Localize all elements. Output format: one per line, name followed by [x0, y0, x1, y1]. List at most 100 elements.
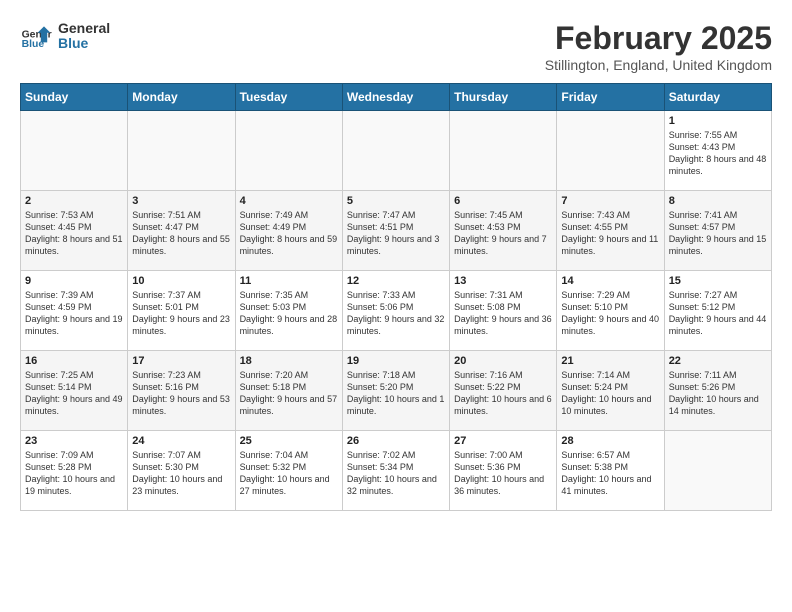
day-number: 27 [454, 435, 552, 447]
calendar-cell-3-3: 11 Sunrise: 7:35 AM Sunset: 5:03 PM Dayli… [235, 271, 342, 351]
day-info: Sunrise: 7:02 AM Sunset: 5:34 PM Dayligh… [347, 449, 445, 498]
day-number: 25 [240, 435, 338, 447]
day-number: 15 [669, 275, 767, 287]
day-info: Sunrise: 7:33 AM Sunset: 5:06 PM Dayligh… [347, 289, 445, 338]
day-number: 1 [669, 115, 767, 127]
day-number: 4 [240, 195, 338, 207]
calendar-cell-2-2: 3 Sunrise: 7:51 AM Sunset: 4:47 PM Daylig… [128, 191, 235, 271]
calendar-cell-2-1: 2 Sunrise: 7:53 AM Sunset: 4:45 PM Daylig… [21, 191, 128, 271]
day-number: 8 [669, 195, 767, 207]
calendar-cell-1-7: 1 Sunrise: 7:55 AM Sunset: 4:43 PM Daylig… [664, 111, 771, 191]
calendar-cell-1-4 [342, 111, 449, 191]
week-row-2: 2 Sunrise: 7:53 AM Sunset: 4:45 PM Daylig… [21, 191, 772, 271]
day-info: Sunrise: 6:57 AM Sunset: 5:38 PM Dayligh… [561, 449, 659, 498]
header-thursday: Thursday [450, 84, 557, 111]
page-header: General Blue General Blue February 2025 … [20, 20, 772, 73]
day-number: 13 [454, 275, 552, 287]
calendar-header-row: SundayMondayTuesdayWednesdayThursdayFrid… [21, 84, 772, 111]
calendar-cell-4-7: 22 Sunrise: 7:11 AM Sunset: 5:26 PM Dayli… [664, 351, 771, 431]
calendar-cell-4-3: 18 Sunrise: 7:20 AM Sunset: 5:18 PM Dayli… [235, 351, 342, 431]
day-info: Sunrise: 7:41 AM Sunset: 4:57 PM Dayligh… [669, 209, 767, 258]
day-info: Sunrise: 7:25 AM Sunset: 5:14 PM Dayligh… [25, 369, 123, 418]
calendar-subtitle: Stillington, England, United Kingdom [545, 57, 772, 73]
day-info: Sunrise: 7:11 AM Sunset: 5:26 PM Dayligh… [669, 369, 767, 418]
calendar-cell-5-4: 26 Sunrise: 7:02 AM Sunset: 5:34 PM Dayli… [342, 431, 449, 511]
day-number: 19 [347, 355, 445, 367]
header-tuesday: Tuesday [235, 84, 342, 111]
calendar-cell-4-5: 20 Sunrise: 7:16 AM Sunset: 5:22 PM Dayli… [450, 351, 557, 431]
logo-icon: General Blue [20, 20, 52, 52]
calendar-cell-5-3: 25Sunrise: 7:04 AM Sunset: 5:32 PM Dayli… [235, 431, 342, 511]
calendar-cell-1-3 [235, 111, 342, 191]
header-wednesday: Wednesday [342, 84, 449, 111]
day-info: Sunrise: 7:29 AM Sunset: 5:10 PM Dayligh… [561, 289, 659, 338]
header-friday: Friday [557, 84, 664, 111]
day-info: Sunrise: 7:31 AM Sunset: 5:08 PM Dayligh… [454, 289, 552, 338]
logo-text-general: General [58, 21, 110, 36]
day-number: 16 [25, 355, 123, 367]
week-row-1: 1 Sunrise: 7:55 AM Sunset: 4:43 PM Daylig… [21, 111, 772, 191]
calendar-cell-5-1: 23Sunrise: 7:09 AM Sunset: 5:28 PM Dayli… [21, 431, 128, 511]
day-number: 2 [25, 195, 123, 207]
calendar-cell-4-4: 19 Sunrise: 7:18 AM Sunset: 5:20 PM Dayli… [342, 351, 449, 431]
day-info: Sunrise: 7:00 AM Sunset: 5:36 PM Dayligh… [454, 449, 552, 498]
day-number: 11 [240, 275, 338, 287]
calendar-cell-3-5: 13 Sunrise: 7:31 AM Sunset: 5:08 PM Dayli… [450, 271, 557, 351]
logo-text-blue: Blue [58, 36, 110, 51]
day-info: Sunrise: 7:20 AM Sunset: 5:18 PM Dayligh… [240, 369, 338, 418]
calendar-cell-1-6 [557, 111, 664, 191]
day-number: 10 [132, 275, 230, 287]
day-number: 22 [669, 355, 767, 367]
calendar-title-section: February 2025 Stillington, England, Unit… [545, 20, 772, 73]
day-info: Sunrise: 7:51 AM Sunset: 4:47 PM Dayligh… [132, 209, 230, 258]
week-row-4: 16 Sunrise: 7:25 AM Sunset: 5:14 PM Dayli… [21, 351, 772, 431]
day-info: Sunrise: 7:43 AM Sunset: 4:55 PM Dayligh… [561, 209, 659, 258]
day-number: 26 [347, 435, 445, 447]
day-number: 9 [25, 275, 123, 287]
calendar-cell-2-6: 7Sunrise: 7:43 AM Sunset: 4:55 PM Daylig… [557, 191, 664, 271]
day-info: Sunrise: 7:07 AM Sunset: 5:30 PM Dayligh… [132, 449, 230, 498]
day-number: 18 [240, 355, 338, 367]
day-number: 12 [347, 275, 445, 287]
calendar-cell-3-2: 10 Sunrise: 7:37 AM Sunset: 5:01 PM Dayli… [128, 271, 235, 351]
calendar-cell-4-1: 16 Sunrise: 7:25 AM Sunset: 5:14 PM Dayli… [21, 351, 128, 431]
calendar-cell-1-2 [128, 111, 235, 191]
day-info: Sunrise: 7:55 AM Sunset: 4:43 PM Dayligh… [669, 129, 767, 178]
header-saturday: Saturday [664, 84, 771, 111]
day-number: 17 [132, 355, 230, 367]
day-info: Sunrise: 7:37 AM Sunset: 5:01 PM Dayligh… [132, 289, 230, 338]
calendar-cell-5-6: 28 Sunrise: 6:57 AM Sunset: 5:38 PM Dayli… [557, 431, 664, 511]
day-info: Sunrise: 7:09 AM Sunset: 5:28 PM Dayligh… [25, 449, 123, 498]
day-info: Sunrise: 7:35 AM Sunset: 5:03 PM Dayligh… [240, 289, 338, 338]
calendar-table: SundayMondayTuesdayWednesdayThursdayFrid… [20, 83, 772, 511]
day-number: 21 [561, 355, 659, 367]
day-info: Sunrise: 7:14 AM Sunset: 5:24 PM Dayligh… [561, 369, 659, 418]
calendar-cell-2-7: 8 Sunrise: 7:41 AM Sunset: 4:57 PM Daylig… [664, 191, 771, 271]
day-number: 28 [561, 435, 659, 447]
day-number: 5 [347, 195, 445, 207]
calendar-cell-5-7 [664, 431, 771, 511]
week-row-5: 23Sunrise: 7:09 AM Sunset: 5:28 PM Dayli… [21, 431, 772, 511]
day-info: Sunrise: 7:53 AM Sunset: 4:45 PM Dayligh… [25, 209, 123, 258]
day-number: 20 [454, 355, 552, 367]
header-monday: Monday [128, 84, 235, 111]
calendar-cell-2-5: 6 Sunrise: 7:45 AM Sunset: 4:53 PM Daylig… [450, 191, 557, 271]
logo: General Blue General Blue [20, 20, 110, 52]
day-number: 24 [132, 435, 230, 447]
day-number: 3 [132, 195, 230, 207]
day-info: Sunrise: 7:45 AM Sunset: 4:53 PM Dayligh… [454, 209, 552, 258]
day-info: Sunrise: 7:27 AM Sunset: 5:12 PM Dayligh… [669, 289, 767, 338]
calendar-cell-3-7: 15 Sunrise: 7:27 AM Sunset: 5:12 PM Dayli… [664, 271, 771, 351]
day-info: Sunrise: 7:16 AM Sunset: 5:22 PM Dayligh… [454, 369, 552, 418]
day-number: 6 [454, 195, 552, 207]
calendar-cell-3-4: 12 Sunrise: 7:33 AM Sunset: 5:06 PM Dayli… [342, 271, 449, 351]
day-info: Sunrise: 7:18 AM Sunset: 5:20 PM Dayligh… [347, 369, 445, 418]
day-number: 14 [561, 275, 659, 287]
calendar-cell-3-1: 9Sunrise: 7:39 AM Sunset: 4:59 PM Daylig… [21, 271, 128, 351]
calendar-cell-1-1 [21, 111, 128, 191]
calendar-title: February 2025 [545, 20, 772, 57]
calendar-cell-3-6: 14 Sunrise: 7:29 AM Sunset: 5:10 PM Dayli… [557, 271, 664, 351]
calendar-cell-1-5 [450, 111, 557, 191]
calendar-cell-2-4: 5Sunrise: 7:47 AM Sunset: 4:51 PM Daylig… [342, 191, 449, 271]
day-info: Sunrise: 7:49 AM Sunset: 4:49 PM Dayligh… [240, 209, 338, 258]
